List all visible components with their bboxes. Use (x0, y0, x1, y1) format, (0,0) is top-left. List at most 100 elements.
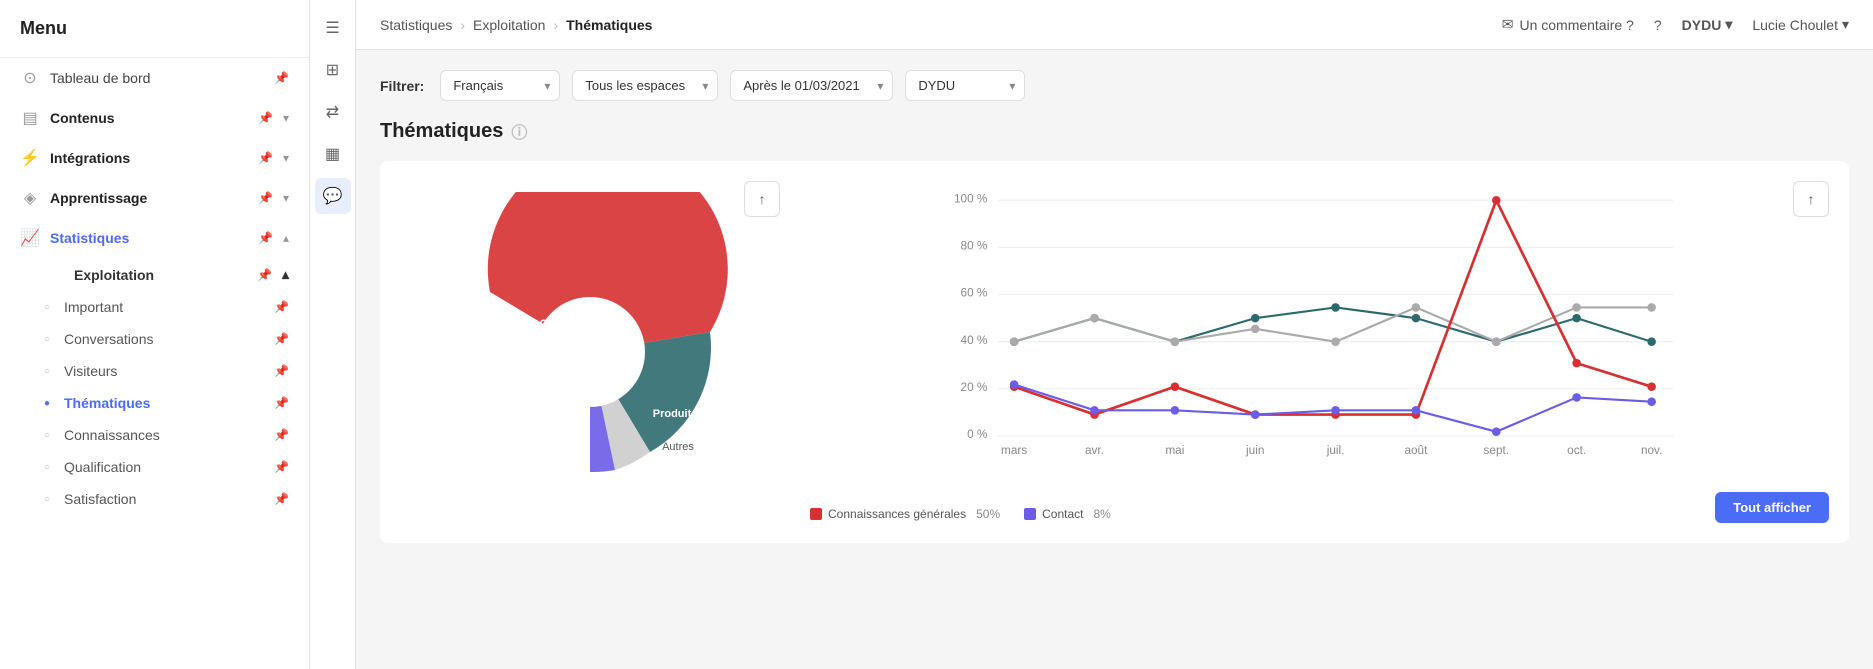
breadcrumb-exploitation[interactable]: Exploitation (473, 17, 545, 33)
legend-item-connaissances: Connaissances générales 50% (810, 507, 1000, 521)
svg-text:avr.: avr. (1085, 444, 1104, 457)
sidebar-item-exploitation[interactable]: Exploitation 📌 ▴ (30, 258, 309, 291)
dydu-label: DYDU (1682, 17, 1722, 33)
legend-pct: 50% (976, 507, 1000, 521)
pin-icon: 📌 (274, 332, 289, 346)
contenus-icon: ▤ (20, 108, 40, 128)
user-dropdown[interactable]: Lucie Choulet ▾ (1752, 16, 1849, 33)
filter-label: Filtrer: (380, 78, 424, 94)
panel-btn-chart[interactable]: ▦ (315, 136, 351, 172)
date-select-wrapper: Après le 01/03/2021 (730, 70, 893, 101)
panel-btn-chat[interactable]: 💬 (315, 178, 351, 214)
chevron-up-icon: ▴ (282, 266, 289, 283)
help-button[interactable]: ? (1654, 17, 1662, 33)
dydu-dropdown[interactable]: DYDU ▾ (1682, 16, 1733, 33)
comment-label: Un commentaire ? (1519, 17, 1633, 33)
sidebar-label: Conversations (64, 331, 264, 347)
legend-item-contact: Contact 8% (1024, 507, 1111, 521)
help-icon: ? (1654, 17, 1662, 33)
page-title-text: Thématiques (380, 120, 503, 143)
sidebar-item-tableau-de-bord[interactable]: ⊙ Tableau de bord 📌 (0, 58, 309, 98)
panel-btn-menu[interactable]: ☰ (315, 10, 351, 46)
svg-text:mars: mars (1001, 444, 1027, 457)
sidebar-item-contenus[interactable]: ▤ Contenus 📌 ▾ (0, 98, 309, 138)
charts-container: ↑ Connaissances générales Pro (380, 161, 1849, 543)
svg-text:juil.: juil. (1326, 444, 1345, 457)
sidebar-item-thematiques[interactable]: ● Thématiques 📌 (30, 387, 309, 419)
legend-pct: 8% (1093, 507, 1110, 521)
bullet-icon: ○ (40, 462, 54, 473)
svg-text:100 %: 100 % (954, 192, 988, 205)
sidebar-item-statistiques[interactable]: 📈 Statistiques 📌 ▴ (0, 218, 309, 258)
sidebar-item-conversations[interactable]: ○ Conversations 📌 (30, 323, 309, 355)
page-title: Thématiques ⓘ (380, 119, 1849, 143)
legend-label: Connaissances générales (828, 507, 966, 521)
pie-export-button[interactable]: ↑ (744, 181, 780, 217)
svg-text:20 %: 20 % (961, 381, 988, 394)
svg-text:nov.: nov. (1641, 444, 1662, 457)
sidebar-item-satisfaction[interactable]: ○ Satisfaction 📌 (30, 483, 309, 515)
home-icon: ⊙ (20, 68, 40, 88)
svg-text:40 %: 40 % (961, 334, 988, 347)
sidebar-item-visiteurs[interactable]: ○ Visiteurs 📌 (30, 355, 309, 387)
exploitation-subnav: Exploitation 📌 ▴ ○ Important 📌 ○ Convers… (0, 258, 309, 515)
bullet-icon: ○ (40, 494, 54, 505)
sidebar-item-connaissances[interactable]: ○ Connaissances 📌 (30, 419, 309, 451)
integrations-icon: ⚡ (20, 148, 40, 168)
espace-select-wrapper: Tous les espaces (572, 70, 718, 101)
breadcrumb-statistiques[interactable]: Statistiques (380, 17, 452, 33)
date-select[interactable]: Après le 01/03/2021 (730, 70, 893, 101)
legend-label: Contact (1042, 507, 1083, 521)
tout-afficher-button[interactable]: Tout afficher (1715, 492, 1829, 523)
espace-select[interactable]: Tous les espaces (572, 70, 718, 101)
filter-bar: Filtrer: Français Tous les espaces Après… (380, 70, 1849, 101)
sidebar-item-important[interactable]: ○ Important 📌 (30, 291, 309, 323)
pin-icon: 📌 (274, 71, 289, 85)
sidebar-item-integrations[interactable]: ⚡ Intégrations 📌 ▾ (0, 138, 309, 178)
statistiques-icon: 📈 (20, 228, 40, 248)
pin-icon: 📌 (258, 151, 273, 165)
panel-btn-grid[interactable]: ⊞ (315, 52, 351, 88)
sidebar-label: Intégrations (50, 150, 248, 166)
svg-text:Autres: Autres (662, 441, 694, 453)
panel-btn-transfer[interactable]: ⇄ (315, 94, 351, 130)
sidebar-item-qualification[interactable]: ○ Qualification 📌 (30, 451, 309, 483)
pin-icon: 📌 (274, 396, 289, 410)
sidebar-label: Statistiques (50, 230, 248, 246)
pie-chart-svg: Connaissances générales Produit Autres (430, 192, 750, 512)
bot-select-wrapper: DYDU (905, 70, 1025, 101)
line-export-button[interactable]: ↑ (1793, 181, 1829, 217)
sidebar-item-apprentissage[interactable]: ◈ Apprentissage 📌 ▾ (0, 178, 309, 218)
pin-icon: 📌 (258, 191, 273, 205)
sidebar-label: Contenus (50, 110, 248, 126)
langue-select[interactable]: Français (440, 70, 560, 101)
svg-text:Connaissances: Connaissances (540, 318, 621, 330)
svg-text:Produit: Produit (653, 408, 692, 420)
chevron-down-icon: ▾ (283, 191, 289, 205)
breadcrumb-current: Thématiques (566, 17, 652, 33)
svg-text:80 %: 80 % (961, 240, 988, 253)
title-help-icon[interactable]: ⓘ (511, 119, 527, 143)
pie-chart-area: ↑ Connaissances générales Pro (400, 181, 780, 523)
apprentissage-icon: ◈ (20, 188, 40, 208)
pin-icon: 📌 (274, 364, 289, 378)
bullet-icon: ○ (40, 334, 54, 345)
main-content: Statistiques › Exploitation › Thématique… (356, 0, 1873, 669)
breadcrumb-sep-1: › (460, 17, 465, 33)
line-chart-svg: 100 % 80 % 60 % 40 % 20 % 0 % mars avr. (810, 181, 1829, 481)
pin-icon: 📌 (257, 268, 272, 282)
pin-icon: 📌 (258, 111, 273, 125)
content-area: Filtrer: Français Tous les espaces Après… (356, 50, 1873, 669)
legend-color-dot (810, 508, 822, 520)
svg-text:0 %: 0 % (967, 428, 988, 441)
pin-icon: 📌 (274, 492, 289, 506)
sidebar-label: Satisfaction (64, 491, 264, 507)
bullet-icon: ○ (40, 302, 54, 313)
bot-select[interactable]: DYDU (905, 70, 1025, 101)
chevron-up-icon: ▴ (283, 231, 289, 245)
svg-text:oct.: oct. (1567, 444, 1586, 457)
sidebar-label: Qualification (64, 459, 264, 475)
comment-button[interactable]: ✉ Un commentaire ? (1502, 16, 1634, 33)
breadcrumb: Statistiques › Exploitation › Thématique… (380, 17, 652, 33)
svg-text:60 %: 60 % (961, 287, 988, 300)
